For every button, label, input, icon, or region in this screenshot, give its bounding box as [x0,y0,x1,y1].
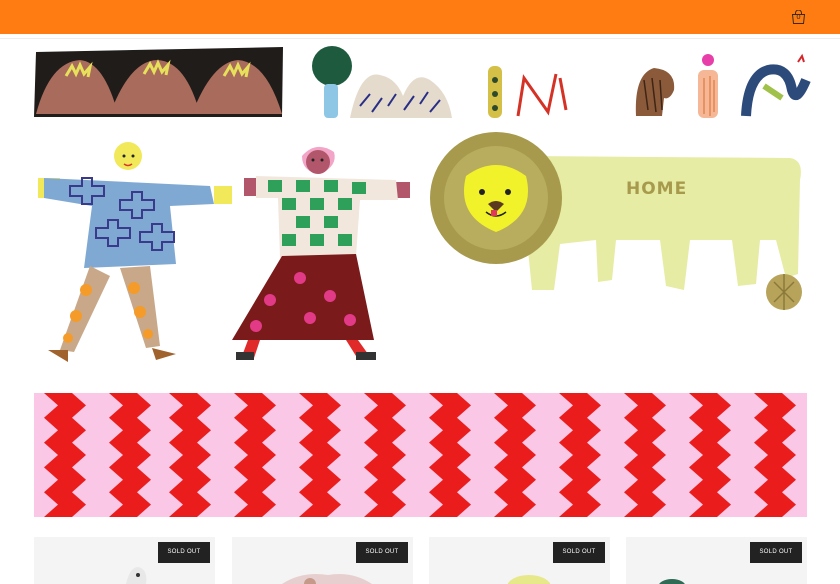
letters-fam [312,46,452,118]
lion-illustration: HOME [430,132,802,310]
hero-illustration: HOME [34,46,811,362]
sold-out-badge: SOLD OUT [158,542,210,563]
letters-right [635,53,811,118]
letters-in [488,66,568,118]
person-green-sweater [232,146,410,360]
product-card[interactable]: SOLD OUT [429,537,610,584]
product-grid: SOLD OUT SOLD OUT SOLD OUT SOLD OUT [34,537,807,584]
sold-out-badge: SOLD OUT [356,542,408,563]
product-card[interactable]: SOLD OUT [626,537,807,584]
mountains-illustration [34,47,283,117]
product-card[interactable]: SOLD OUT [232,537,413,584]
sold-out-badge: SOLD OUT [553,542,605,563]
product-card[interactable]: SOLD OUT [34,537,215,584]
person-blue-sweater [38,142,232,362]
sold-out-badge: SOLD OUT [750,542,802,563]
lion-text: HOME [626,179,687,199]
zigzag-banner [34,393,807,517]
